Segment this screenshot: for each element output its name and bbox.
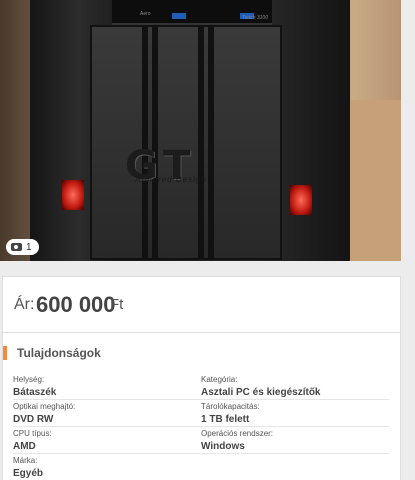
properties-title: Tulajdonságok: [3, 346, 101, 360]
property-os: Operációs rendszer: Windows: [201, 427, 389, 454]
property-category: Kategória: Asztali PC és kiegészítők: [201, 373, 389, 400]
usb-port-icon: [172, 13, 186, 19]
property-value: Asztali PC és kiegészítők: [201, 387, 321, 398]
pc-case-stripe: [208, 25, 214, 260]
property-value: Bátaszék: [13, 387, 57, 398]
pc-case-led-left: [62, 180, 84, 210]
pc-case: Aero Touch 3100 GT Armored Design: [30, 0, 350, 261]
property-key: CPU típus:: [13, 429, 52, 438]
property-value: DVD RW: [13, 414, 54, 425]
property-value: Windows: [201, 441, 245, 452]
camera-icon: [11, 243, 22, 251]
property-key: Helység:: [13, 375, 45, 384]
price-currency: Ft: [110, 296, 124, 313]
property-value: Egyéb: [13, 468, 44, 479]
pc-case-model: Touch 3100: [242, 15, 268, 21]
property-location: Helység: Bátaszék: [13, 373, 201, 400]
property-value: AMD: [13, 441, 36, 452]
pc-case-brand: Aero: [140, 11, 151, 17]
property-cpu: CPU típus: AMD: [13, 427, 201, 454]
property-key: Tárolókapacitás:: [201, 402, 260, 411]
price-label: Ár:: [14, 296, 35, 313]
photo-count: 1: [26, 241, 32, 253]
property-key: Operációs rendszer:: [201, 429, 274, 438]
listing-photo[interactable]: Aero Touch 3100 GT Armored Design 1: [0, 0, 401, 261]
price-amount: 600 000: [36, 292, 116, 317]
pc-case-led-right: [290, 185, 312, 215]
property-optical-drive: Optikai meghajtó: DVD RW: [13, 400, 201, 427]
pc-case-stripe: [198, 25, 204, 260]
photo-count-badge[interactable]: 1: [6, 239, 39, 255]
property-key: Kategória:: [201, 375, 238, 384]
property-key: Márka:: [13, 456, 38, 465]
property-brand: Márka: Egyéb: [13, 454, 201, 480]
property-storage: Tárolókapacitás: 1 TB felett: [201, 400, 389, 427]
price-card: Ár: 600 000 Ft: [2, 276, 401, 333]
property-key: Optikai meghajtó:: [13, 402, 76, 411]
pc-case-logo-subtext: Armored Design: [135, 175, 207, 184]
property-value: 1 TB felett: [201, 414, 250, 425]
properties-card: Tulajdonságok Helység: Bátaszék Kategóri…: [2, 333, 401, 480]
pc-case-top-panel: Aero Touch 3100: [112, 0, 272, 25]
